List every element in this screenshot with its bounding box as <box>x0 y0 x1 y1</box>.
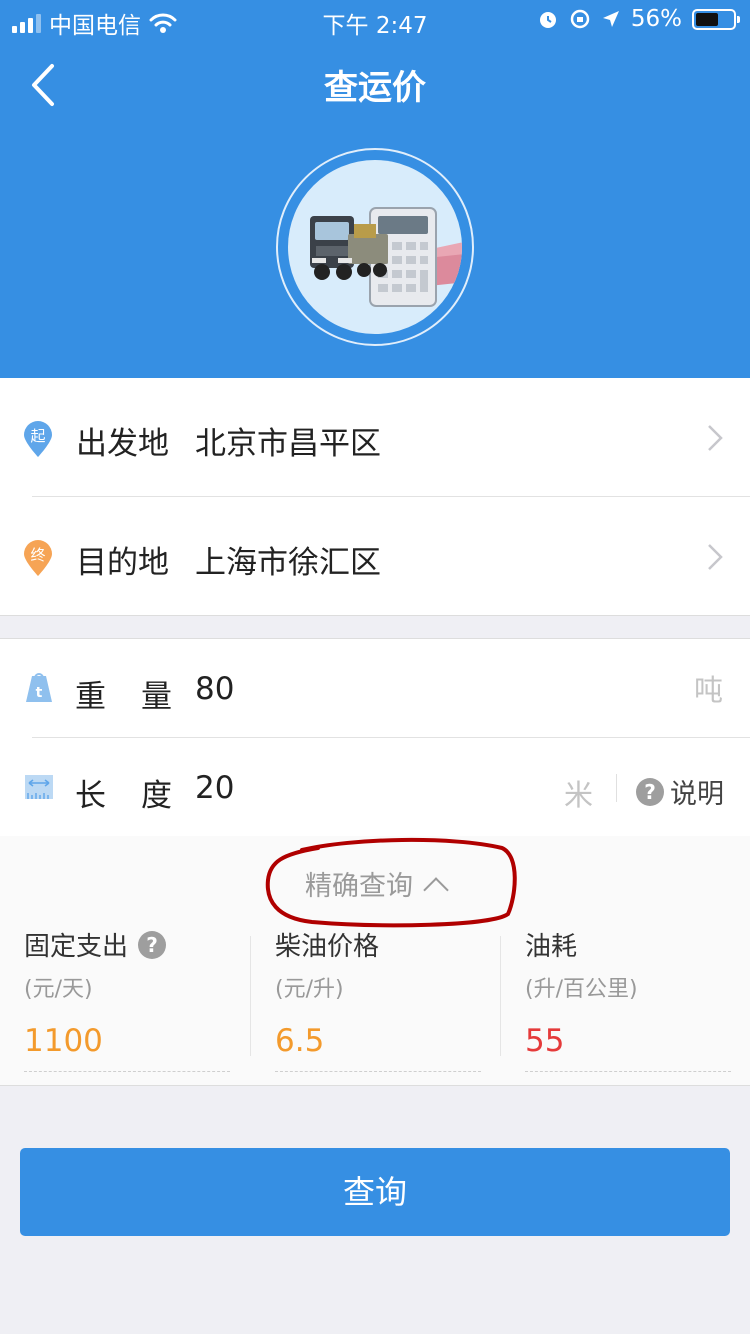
diesel-price-input[interactable] <box>275 1023 481 1059</box>
fuel-consumption-unit: (升/百公里) <box>525 977 638 1002</box>
diesel-price-param: 柴油价格 (元/升) <box>275 926 505 1072</box>
separator <box>616 774 617 802</box>
fixed-cost-label: 固定支出 <box>24 932 129 962</box>
location-arrow-icon <box>602 11 619 27</box>
weight-label: 重量 <box>75 679 172 715</box>
help-button[interactable]: ? 说明 <box>636 772 724 811</box>
fuel-consumption-input[interactable] <box>525 1023 731 1059</box>
destination-badge: 终 <box>30 546 45 564</box>
origin-label: 出发地 <box>76 426 169 462</box>
length-label: 长度 <box>75 778 172 814</box>
red-annotation-circle <box>265 837 517 928</box>
precise-query-section: 精确查询 固定支出? (元/天) 柴油价格 (元/升) 油耗 (升/百公里) <box>0 836 750 1086</box>
svg-text:t: t <box>36 685 43 701</box>
column-separator <box>250 936 251 1056</box>
chevron-right-icon <box>708 425 723 451</box>
dashed-underline <box>525 1071 731 1072</box>
destination-row[interactable]: 终 目的地 上海市徐汇区 <box>0 497 750 615</box>
diesel-price-unit: (元/升) <box>275 977 344 1002</box>
destination-pin-icon: 终 <box>24 540 52 576</box>
column-separator <box>500 936 501 1056</box>
length-unit: 米 <box>564 778 594 812</box>
route-section: 起 出发地 北京市昌平区 终 目的地 上海市徐汇区 <box>0 378 750 616</box>
battery-percent: 56% <box>630 6 682 32</box>
origin-row[interactable]: 起 出发地 北京市昌平区 <box>0 378 750 496</box>
fuel-consumption-label: 油耗 <box>525 932 578 962</box>
battery-icon <box>692 8 740 30</box>
fuel-consumption-param: 油耗 (升/百公里) <box>525 926 750 1072</box>
length-row: 长度 米 ? 说明 <box>0 738 750 836</box>
rotation-lock-icon <box>570 9 590 29</box>
origin-value: 北京市昌平区 <box>195 426 381 462</box>
weight-icon: t <box>26 673 52 702</box>
query-button[interactable]: 查询 <box>20 1148 730 1236</box>
origin-pin-icon: 起 <box>24 421 52 457</box>
weight-row: t 重量 吨 <box>0 639 750 737</box>
question-icon[interactable]: ? <box>138 930 167 959</box>
destination-label: 目的地 <box>76 545 169 581</box>
ruler-icon <box>25 775 53 799</box>
question-icon: ? <box>636 777 664 806</box>
diesel-price-label: 柴油价格 <box>275 932 380 962</box>
dashed-underline <box>24 1071 230 1072</box>
status-bar: 中国电信 下午 2:47 56% <box>0 0 750 40</box>
destination-value: 上海市徐汇区 <box>195 545 381 581</box>
help-label: 说明 <box>670 779 724 810</box>
page-title: 查运价 <box>324 68 426 108</box>
length-input[interactable] <box>195 766 535 810</box>
weight-input[interactable] <box>195 667 575 711</box>
chevron-right-icon <box>708 544 723 570</box>
app-logo <box>276 148 474 346</box>
truck-calculator-icon <box>310 207 462 307</box>
origin-badge: 起 <box>30 427 45 445</box>
header: 中国电信 下午 2:47 56% 查运价 <box>0 0 750 378</box>
weight-unit: 吨 <box>694 673 724 707</box>
fixed-cost-param: 固定支出? (元/天) <box>24 926 254 1072</box>
dashed-underline <box>275 1071 481 1072</box>
cargo-section: t 重量 吨 长度 米 ? 说明 <box>0 638 750 836</box>
fixed-cost-input[interactable] <box>24 1023 230 1059</box>
alarm-icon <box>539 12 556 28</box>
fixed-cost-unit: (元/天) <box>24 977 93 1002</box>
